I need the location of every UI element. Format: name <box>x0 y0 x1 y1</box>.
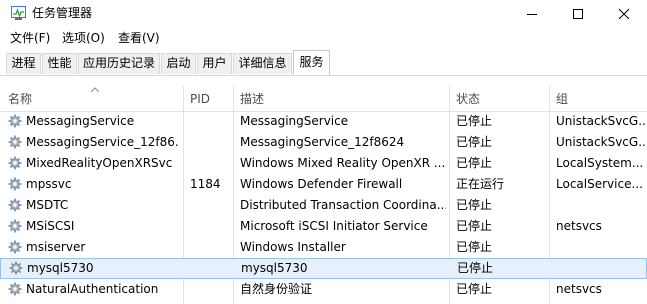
gear-icon <box>8 114 22 128</box>
service-pid <box>190 132 230 153</box>
window-title: 任务管理器 <box>32 6 93 20</box>
gear-icon <box>8 198 22 212</box>
service-description: MessagingService <box>240 114 349 128</box>
service-name: MSDTC <box>26 198 69 212</box>
service-pid <box>191 258 231 279</box>
tab-startup[interactable]: 启动 <box>161 53 196 74</box>
service-pid <box>190 195 230 216</box>
service-status: 已停止 <box>456 282 493 296</box>
table-row[interactable]: msiserver Windows Installer 已停止 <box>0 237 647 258</box>
service-group <box>557 258 647 279</box>
column-header-name[interactable]: 名称 <box>8 86 183 112</box>
minimize-button[interactable] <box>509 0 555 28</box>
column-header-description[interactable]: 描述 <box>240 86 449 112</box>
service-pid <box>190 111 230 132</box>
service-group <box>556 195 647 216</box>
column-header-status[interactable]: 状态 <box>456 86 549 112</box>
service-name: msiserver <box>26 240 86 254</box>
service-status: 已停止 <box>456 198 493 212</box>
maximize-button[interactable] <box>555 0 601 28</box>
task-manager-icon <box>11 6 26 20</box>
service-name: mysql5730 <box>27 261 94 275</box>
menu-file[interactable]: 文件(F) <box>9 31 51 45</box>
table-row[interactable]: MixedRealityOpenXRSvc Windows Mixed Reali… <box>0 153 647 174</box>
tab-services[interactable]: 服务 <box>293 50 330 75</box>
service-description: Windows Installer <box>240 240 346 254</box>
service-pid <box>190 279 230 300</box>
service-pid <box>190 237 230 258</box>
table-row[interactable]: mysql5730 mysql5730 已停止 <box>0 258 647 279</box>
service-group <box>556 237 647 258</box>
close-button[interactable] <box>601 0 647 28</box>
service-name: mpssvc <box>26 177 72 191</box>
table-row[interactable]: mpssvc 1184 Windows Defender Firewall 正在运行 L… <box>0 174 647 195</box>
service-description: Microsoft iSCSI Initiator Service <box>240 219 428 233</box>
tab-performance[interactable]: 性能 <box>42 53 77 74</box>
service-pid: 1184 <box>190 177 221 191</box>
gear-icon <box>9 261 23 275</box>
tab-bar: 进程 性能 应用历史记录 启动 用户 详细信息 服务 <box>0 48 647 76</box>
service-description: mysql5730 <box>241 261 308 275</box>
column-header-group[interactable]: 组 <box>556 86 647 112</box>
title-bar: 任务管理器 <box>0 0 647 28</box>
column-header-pid[interactable]: PID <box>190 86 233 112</box>
table-header: 名称 PID 描述 状态 组 <box>0 86 647 112</box>
tab-app-history[interactable]: 应用历史记录 <box>78 53 160 74</box>
service-pid <box>190 153 230 174</box>
service-status: 已停止 <box>456 135 493 149</box>
close-icon <box>619 9 629 19</box>
service-status: 已停止 <box>456 240 493 254</box>
service-name: MessagingService_12f86... <box>26 135 180 149</box>
service-name: NaturalAuthentication <box>26 282 159 296</box>
menu-bar: 文件(F) 选项(O) 查看(V) <box>0 28 647 48</box>
service-status: 已停止 <box>457 261 494 275</box>
table-row[interactable]: MessagingService_12f86... MessagingServic… <box>0 132 647 153</box>
tab-users[interactable]: 用户 <box>197 53 232 74</box>
service-group: LocalSystem... <box>556 156 644 170</box>
service-name: MessagingService <box>26 114 135 128</box>
table-row[interactable]: MSiSCSI Microsoft iSCSI Initiator Service… <box>0 216 647 237</box>
gear-icon <box>8 282 22 296</box>
services-table: 名称 PID 描述 状态 组 MessagingService Messaging… <box>0 86 647 304</box>
menu-view[interactable]: 查看(V) <box>117 31 161 45</box>
table-row[interactable]: NaturalAuthentication 自然身份验证 已停止 netsvcs <box>0 279 647 300</box>
service-status: 已停止 <box>456 219 493 233</box>
service-description: Distributed Transaction Coordina... <box>240 198 446 212</box>
service-description: Windows Mixed Reality OpenXR ... <box>240 156 446 170</box>
service-name: MSiSCSI <box>26 219 75 233</box>
service-status: 已停止 <box>456 114 493 128</box>
table-row[interactable]: MSDTC Distributed Transaction Coordina...… <box>0 195 647 216</box>
gear-icon <box>8 135 22 149</box>
menu-options[interactable]: 选项(O) <box>61 31 106 45</box>
service-group: UnistackSvcG... <box>556 114 647 128</box>
gear-icon <box>8 156 22 170</box>
service-group: LocalService... <box>556 177 643 191</box>
service-group: netsvcs <box>556 282 602 296</box>
maximize-icon <box>573 9 583 19</box>
gear-icon <box>8 219 22 233</box>
service-name: MixedRealityOpenXRSvc <box>26 156 173 170</box>
service-description: 自然身份验证 <box>240 282 313 296</box>
service-pid <box>190 216 230 237</box>
service-status: 已停止 <box>456 156 493 170</box>
service-status: 正在运行 <box>456 177 505 191</box>
table-row[interactable]: MessagingService MessagingService 已停止 Unist… <box>0 111 647 132</box>
service-group: netsvcs <box>556 219 602 233</box>
gear-icon <box>8 240 22 254</box>
service-description: MessagingService_12f8624 <box>240 135 405 149</box>
service-description: Windows Defender Firewall <box>240 177 403 191</box>
tab-details[interactable]: 详细信息 <box>233 53 292 74</box>
gear-icon <box>8 177 22 191</box>
service-group: UnistackSvcG... <box>556 135 647 149</box>
minimize-icon <box>527 14 537 15</box>
tab-processes[interactable]: 进程 <box>6 53 41 74</box>
